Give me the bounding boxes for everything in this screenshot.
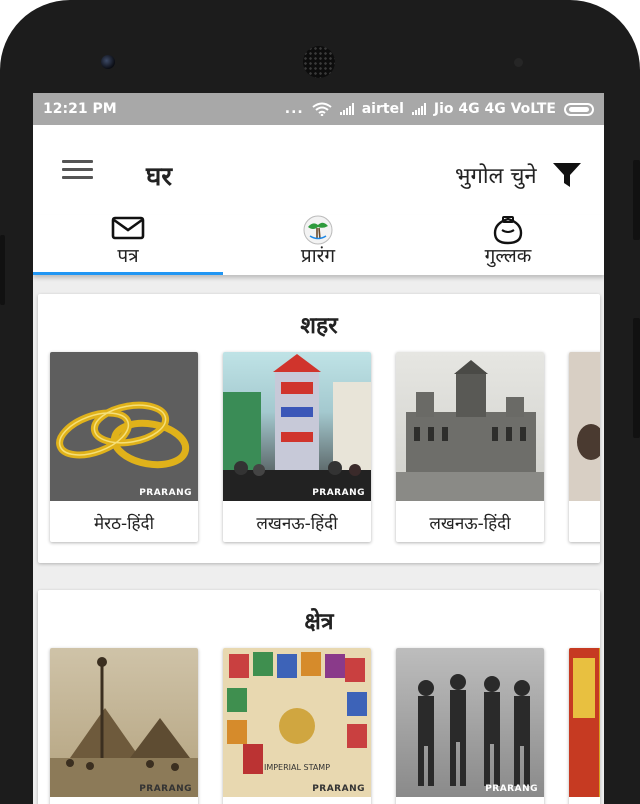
region-tile-1[interactable]: PRARANG xyxy=(50,648,198,804)
watermark: PRARANG xyxy=(485,784,538,794)
tab-label: गुल्लक xyxy=(484,245,532,267)
section-region: क्षेत्र PRARANG IMPERIAL STAMP PRARANG P… xyxy=(38,590,600,804)
soldiers-march-photo xyxy=(418,674,530,786)
city-tile-lucknow-1[interactable]: PRARANG लखनऊ-हिंदी xyxy=(223,352,371,542)
watermark: PRARANG xyxy=(139,488,192,498)
tile-image: PRARANG xyxy=(223,352,371,501)
region-tile-4[interactable] xyxy=(569,648,600,804)
tile-image xyxy=(569,648,600,797)
status-bar: 12:21 PM ... airtel Jio 4G 4G VoLTE xyxy=(33,93,604,125)
tab-label: पत्र xyxy=(117,245,139,267)
watermark: PRARANG xyxy=(312,488,365,498)
carrier-jio: Jio 4G 4G VoLTE xyxy=(433,101,556,117)
section-city: शहर PRARANG मेरठ-हिंदी PRARANG लखनऊ-हिंद… xyxy=(38,294,600,563)
screen: 12:21 PM ... airtel Jio 4G 4G VoLTE घर भ… xyxy=(33,93,604,804)
city-tile-partial[interactable] xyxy=(569,352,600,542)
section-title: शहर xyxy=(300,313,338,339)
village-photo xyxy=(50,657,198,797)
prarang-logo-icon xyxy=(303,215,333,245)
status-time: 12:21 PM xyxy=(43,101,117,117)
envelope-icon xyxy=(111,216,145,240)
tile-image: PRARANG xyxy=(50,352,198,501)
filter-icon[interactable] xyxy=(552,162,582,188)
geography-select-label[interactable]: भुगोल चुने xyxy=(455,160,537,190)
tab-piggy-bank[interactable]: गुल्लक xyxy=(413,215,603,275)
city-tiles: PRARANG मेरठ-हिंदी PRARANG लखनऊ-हिंदी लख… xyxy=(50,352,600,542)
tab-prarang[interactable]: प्रारंग xyxy=(223,215,413,275)
volume-rocker xyxy=(633,318,640,438)
city-tile-meerut[interactable]: PRARANG मेरठ-हिंदी xyxy=(50,352,198,542)
tile-image: IMPERIAL STAMP PRARANG xyxy=(223,648,371,797)
watermark: PRARANG xyxy=(312,784,365,794)
tile-image xyxy=(396,352,544,501)
signal-icon-2 xyxy=(411,103,426,115)
watermark: PRARANG xyxy=(139,784,192,794)
tile-caption: लखनऊ-हिंदी xyxy=(429,514,511,534)
urn-image xyxy=(577,424,600,460)
proximity-sensor xyxy=(514,58,523,67)
section-title: क्षेत्र xyxy=(304,609,334,635)
painting-image xyxy=(569,648,599,797)
tile-image xyxy=(569,352,600,501)
region-tiles: PRARANG IMPERIAL STAMP PRARANG PRARANG xyxy=(50,648,600,804)
city-tile-lucknow-2[interactable]: लखनऊ-हिंदी xyxy=(396,352,544,542)
battery-icon xyxy=(564,102,594,116)
tab-letters[interactable]: पत्र xyxy=(33,215,223,275)
tab-label: प्रारंग xyxy=(300,245,336,267)
tile-image: PRARANG xyxy=(50,648,198,797)
region-tile-3[interactable]: PRARANG xyxy=(396,648,544,804)
earpiece-speaker xyxy=(303,46,335,78)
tile-caption: लखनऊ-हिंदी xyxy=(256,514,338,534)
svg-text:IMPERIAL STAMP: IMPERIAL STAMP xyxy=(264,763,330,772)
front-camera xyxy=(101,55,115,69)
page-title: घर xyxy=(146,162,173,192)
wifi-icon xyxy=(312,102,332,116)
gold-bangles-image xyxy=(56,401,190,469)
stamp-poster-image: IMPERIAL STAMP xyxy=(227,652,367,774)
tile-caption: मेरठ-हिंदी xyxy=(94,514,154,534)
carrier-airtel: airtel xyxy=(361,101,404,117)
more-dots: ... xyxy=(284,101,304,117)
phone-frame: 12:21 PM ... airtel Jio 4G 4G VoLTE घर भ… xyxy=(0,0,640,804)
volume-button xyxy=(0,235,5,305)
tab-bar: पत्र प्रारंग गुल्लक xyxy=(33,215,604,275)
region-tile-2[interactable]: IMPERIAL STAMP PRARANG xyxy=(223,648,371,804)
app-bar: घर भुगोल चुने xyxy=(33,125,604,215)
tile-image: PRARANG xyxy=(396,648,544,797)
old-building-photo xyxy=(396,360,544,501)
power-button xyxy=(633,160,640,240)
menu-icon[interactable] xyxy=(62,160,93,180)
signal-icon xyxy=(339,103,354,115)
tazia-procession-image xyxy=(223,354,371,501)
piggy-bank-icon xyxy=(493,216,523,245)
